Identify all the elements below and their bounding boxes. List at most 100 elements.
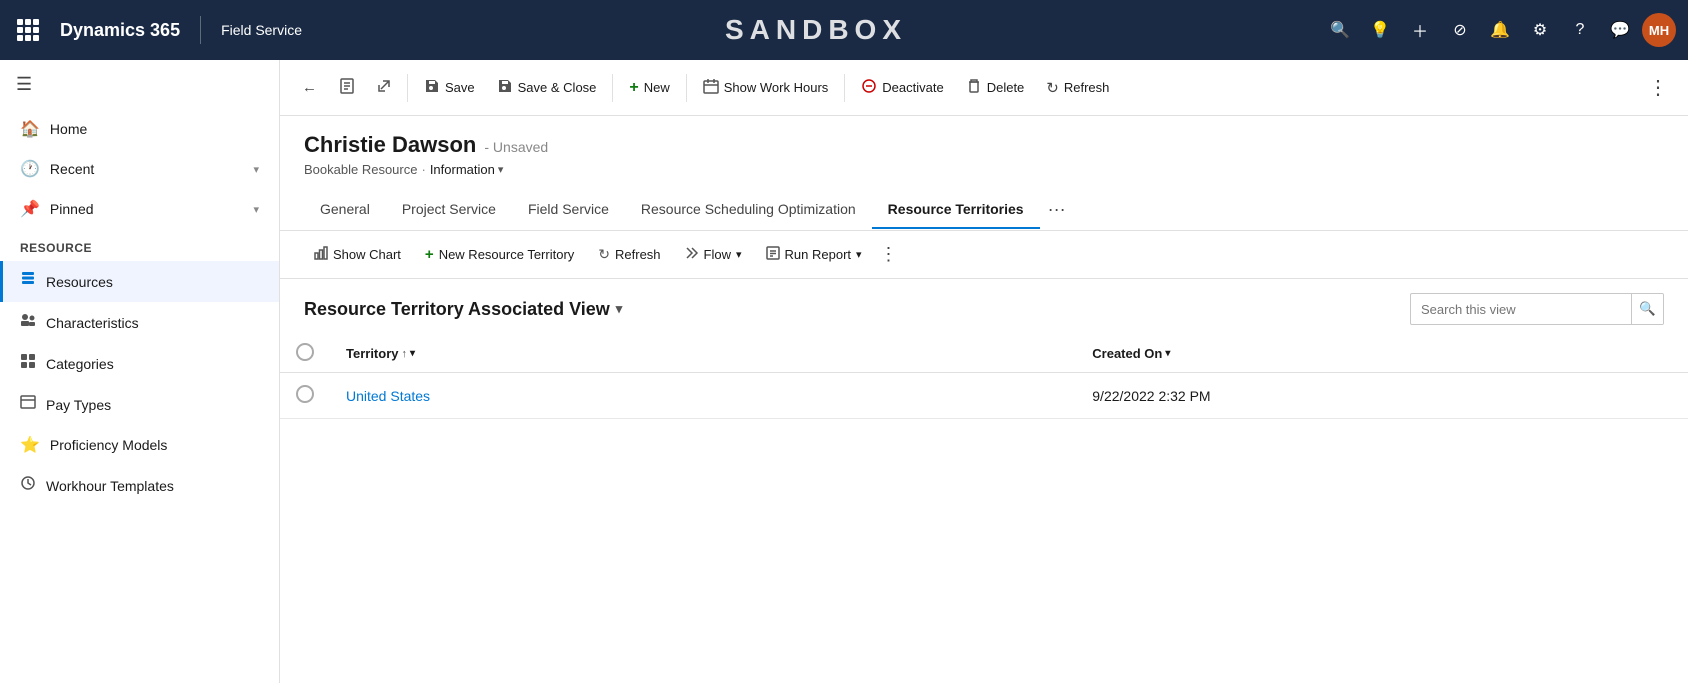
hamburger-button[interactable]: ☰ [0, 60, 279, 109]
show-work-hours-button[interactable]: Show Work Hours [693, 72, 839, 104]
sub-refresh-button[interactable]: ↻ Refresh [588, 241, 670, 268]
sidebar-item-pinned[interactable]: 📌 Pinned ▾ [0, 189, 279, 229]
lightbulb-icon[interactable]: 💡 [1362, 12, 1398, 48]
save-close-label: Save & Close [518, 80, 597, 95]
view-title-chevron-icon: ▾ [616, 301, 623, 317]
sidebar-characteristics-label: Characteristics [46, 315, 139, 331]
territory-cell: United States [330, 373, 1076, 419]
user-avatar[interactable]: MH [1642, 13, 1676, 47]
save-label: Save [445, 80, 475, 95]
nav-divider [200, 16, 201, 44]
new-icon: + [629, 79, 638, 97]
resources-icon [20, 271, 36, 292]
app-body: ☰ 🏠 Home 🕐 Recent ▾ 📌 Pinned ▾ Resource … [0, 60, 1688, 683]
created-on-sort-button[interactable]: Created On ▾ [1092, 346, 1672, 361]
sidebar-home-label: Home [50, 121, 87, 137]
territory-sort-down-icon: ▾ [410, 348, 415, 359]
show-chart-label: Show Chart [333, 247, 401, 262]
sidebar-item-home[interactable]: 🏠 Home [0, 109, 279, 149]
sidebar-item-categories[interactable]: Categories [0, 343, 279, 384]
sidebar-item-characteristics[interactable]: Characteristics [0, 302, 279, 343]
created-on-sort-icon: ▾ [1165, 348, 1170, 359]
toolbar-more-button[interactable]: ⋮ [1640, 71, 1676, 104]
table-body: United States 9/22/2022 2:32 PM [280, 373, 1688, 419]
sidebar-item-workhour-templates[interactable]: Workhour Templates [0, 465, 279, 506]
sandbox-label: SANDBOX [318, 14, 1314, 46]
add-icon[interactable]: ＋ [1402, 12, 1438, 48]
sidebar-item-pay-types[interactable]: Pay Types [0, 384, 279, 425]
refresh-icon: ↻ [1046, 79, 1059, 97]
show-chart-button[interactable]: Show Chart [304, 241, 411, 268]
tabs-bar: General Project Service Field Service Re… [280, 189, 1688, 231]
notification-icon[interactable]: 🔔 [1482, 12, 1518, 48]
delete-label: Delete [987, 80, 1025, 95]
flow-button[interactable]: Flow ▾ [675, 241, 752, 268]
toolbar: ← [280, 60, 1688, 116]
breadcrumb-separator: · [421, 162, 425, 177]
sidebar-workhour-label: Workhour Templates [46, 478, 174, 494]
search-input[interactable] [1411, 302, 1631, 317]
record-header: Christie Dawson - Unsaved Bookable Resou… [280, 116, 1688, 177]
new-resource-territory-button[interactable]: + New Resource Territory [415, 241, 584, 268]
tab-field-service[interactable]: Field Service [512, 191, 625, 229]
back-button[interactable]: ← [292, 73, 327, 102]
save-close-button[interactable]: Save & Close [487, 72, 607, 104]
grid-menu-button[interactable] [12, 14, 44, 46]
deactivate-icon [861, 78, 877, 98]
record-icon [339, 78, 355, 98]
record-icon-button[interactable] [329, 72, 365, 104]
table-header: Territory ↑ ▾ Created On ▾ [280, 335, 1688, 373]
search-icon[interactable]: 🔍 [1322, 12, 1358, 48]
search-button[interactable]: 🔍 [1631, 293, 1663, 325]
tab-general[interactable]: General [304, 191, 386, 229]
refresh-label: Refresh [1064, 80, 1110, 95]
sub-toolbar: Show Chart + New Resource Territory ↻ Re… [280, 231, 1688, 279]
tab-resource-territories[interactable]: Resource Territories [872, 191, 1040, 229]
view-title[interactable]: Resource Territory Associated View ▾ [304, 299, 622, 320]
settings-icon[interactable]: ⚙ [1522, 12, 1558, 48]
grid-area: Resource Territory Associated View ▾ 🔍 [280, 279, 1688, 683]
save-button[interactable]: Save [414, 72, 485, 104]
row-checkbox[interactable] [296, 385, 314, 403]
data-table: Territory ↑ ▾ Created On ▾ [280, 335, 1688, 419]
delete-icon [966, 78, 982, 98]
tab-rso[interactable]: Resource Scheduling Optimization [625, 191, 872, 229]
run-report-button[interactable]: Run Report ▾ [756, 241, 872, 268]
sidebar-item-resources[interactable]: Resources [0, 261, 279, 302]
new-button[interactable]: + New [619, 73, 679, 103]
row-checkbox-cell [280, 373, 330, 419]
flow-icon [685, 246, 699, 263]
delete-button[interactable]: Delete [956, 72, 1035, 104]
resource-section-label: Resource [0, 229, 279, 261]
sidebar-item-proficiency-models[interactable]: ⭐ Proficiency Models [0, 425, 279, 465]
select-all-checkbox[interactable] [296, 343, 314, 361]
territory-link[interactable]: United States [346, 388, 430, 404]
tab-project-service[interactable]: Project Service [386, 191, 512, 229]
sidebar-pinned-label: Pinned [50, 201, 94, 217]
tabs-more-button[interactable]: ··· [1040, 189, 1074, 230]
recent-chevron-icon: ▾ [253, 163, 259, 176]
table-header-check [280, 335, 330, 373]
sidebar-item-recent[interactable]: 🕐 Recent ▾ [0, 149, 279, 189]
module-label: Field Service [213, 22, 310, 38]
save-close-icon [497, 78, 513, 98]
pinned-chevron-icon: ▾ [253, 203, 259, 216]
filter-icon[interactable]: ⊘ [1442, 12, 1478, 48]
chart-icon [314, 246, 328, 263]
run-report-label: Run Report [785, 247, 851, 262]
deactivate-button[interactable]: Deactivate [851, 72, 953, 104]
form-dropdown[interactable]: Information ▾ [430, 162, 504, 177]
territory-sort-button[interactable]: Territory ↑ ▾ [346, 346, 1060, 361]
help-icon[interactable]: ? [1562, 12, 1598, 48]
sub-more-button[interactable]: ⋮ [880, 244, 898, 265]
categories-icon [20, 353, 36, 374]
view-header: Resource Territory Associated View ▾ 🔍 [280, 279, 1688, 335]
refresh-button[interactable]: ↻ Refresh [1036, 73, 1119, 103]
record-title-row: Christie Dawson - Unsaved [304, 132, 1664, 158]
sidebar-recent-label: Recent [50, 161, 94, 177]
calendar-icon [703, 78, 719, 98]
open-form-button[interactable] [367, 73, 401, 103]
flow-label: Flow [704, 247, 731, 262]
record-breadcrumb: Bookable Resource · Information ▾ [304, 162, 1664, 177]
feedback-icon[interactable]: 💬 [1602, 12, 1638, 48]
